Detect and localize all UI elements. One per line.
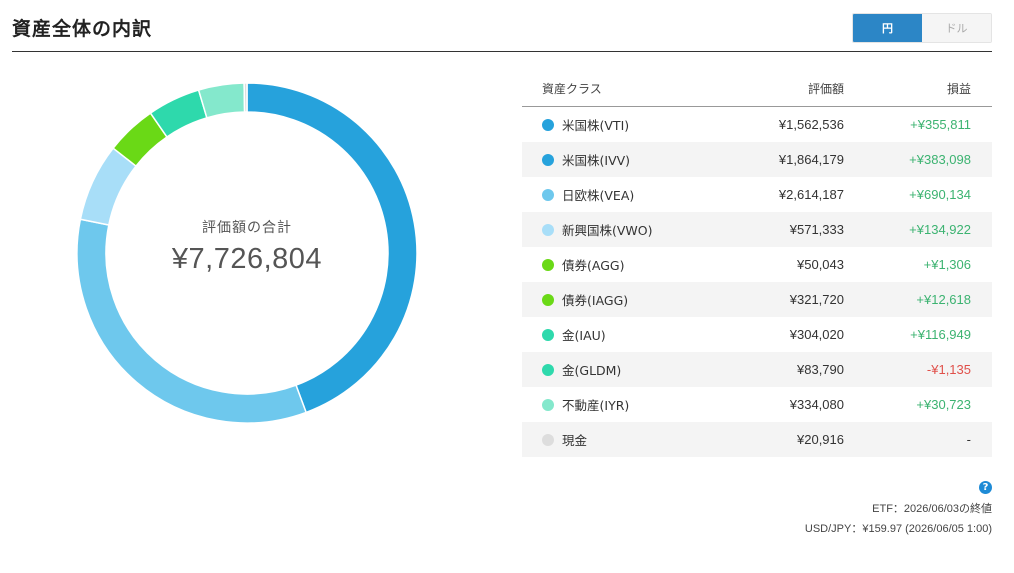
asset-name: 金(GLDM) <box>562 363 622 378</box>
asset-value: ¥20,916 <box>797 432 844 447</box>
asset-value: ¥571,333 <box>789 222 844 237</box>
header-value: 評価額 <box>807 81 844 96</box>
asset-name: 現金 <box>562 433 588 448</box>
asset-table: 資産クラス 評価額 損益 米国株(VTI) ¥1,562,536 +¥355,811… <box>522 70 992 457</box>
asset-name-cell: 現金 <box>522 430 702 449</box>
table-row: 現金 ¥20,916 - <box>522 422 992 457</box>
asset-name-cell: 不動産(IYR) <box>522 395 702 414</box>
color-dot-icon <box>542 223 554 236</box>
asset-name: 米国株(IVV) <box>562 153 631 168</box>
color-dot-icon <box>542 188 554 201</box>
asset-pl: +¥134,922 <box>909 222 971 237</box>
color-dot-icon <box>542 153 554 166</box>
question-circle-icon[interactable]: ? <box>979 481 992 494</box>
yen-toggle-button[interactable]: 円 <box>853 14 922 42</box>
color-dot-icon <box>542 363 554 376</box>
color-dot-icon <box>542 398 554 411</box>
asset-name: 米国株(VTI) <box>562 118 630 133</box>
table-row: 債券(IAGG) ¥321,720 +¥12,618 <box>522 282 992 317</box>
asset-name: 不動産(IYR) <box>562 398 630 413</box>
asset-name: 債券(AGG) <box>562 258 625 273</box>
table-row: 新興国株(VWO) ¥571,333 +¥134,922 <box>522 212 992 247</box>
color-dot-icon <box>542 328 554 341</box>
asset-name-cell: 金(GLDM) <box>522 360 702 379</box>
asset-name-cell: 新興国株(VWO) <box>522 220 702 239</box>
asset-pl: +¥1,306 <box>923 257 971 272</box>
header-asset-class: 資産クラス <box>542 81 602 96</box>
table-row: 米国株(IVV) ¥1,864,179 +¥383,098 <box>522 142 992 177</box>
table-row: 日欧株(VEA) ¥2,614,187 +¥690,134 <box>522 177 992 212</box>
asset-value: ¥2,614,187 <box>778 187 844 202</box>
table-row: 債券(AGG) ¥50,043 +¥1,306 <box>522 247 992 282</box>
total-label: 評価額の合計 <box>202 219 292 236</box>
asset-name: 債券(IAGG) <box>562 293 629 308</box>
asset-pl: -¥1,135 <box>926 362 971 377</box>
color-dot-icon <box>542 118 554 131</box>
total-value: ¥7,726,804 <box>171 242 323 275</box>
header-pl: 損益 <box>946 81 971 96</box>
currency-toggle: 円 ドル <box>852 13 992 43</box>
asset-name-cell: 米国株(IVV) <box>522 150 702 169</box>
asset-value: ¥1,562,536 <box>778 117 844 132</box>
table-row: 金(GLDM) ¥83,790 -¥1,135 <box>522 352 992 387</box>
asset-pl: +¥383,098 <box>909 152 971 167</box>
asset-name-cell: 米国株(VTI) <box>522 115 702 134</box>
asset-value: ¥50,043 <box>797 257 844 272</box>
asset-pl: +¥690,134 <box>909 187 971 202</box>
page-header: 資産全体の内訳 円 ドル <box>12 0 992 52</box>
asset-pl: +¥355,811 <box>910 117 971 132</box>
table-row: 金(IAU) ¥304,020 +¥116,949 <box>522 317 992 352</box>
asset-value: ¥83,790 <box>797 362 844 377</box>
color-dot-icon <box>542 293 554 306</box>
asset-value: ¥304,020 <box>789 327 844 342</box>
color-dot-icon <box>542 258 554 271</box>
asset-name: 新興国株(VWO) <box>562 223 653 238</box>
asset-name-cell: 金(IAU) <box>522 325 702 344</box>
table-header: 資産クラス 評価額 損益 <box>522 70 992 107</box>
asset-pl: +¥12,618 <box>916 292 971 307</box>
color-dot-icon <box>542 433 554 446</box>
page-title: 資産全体の内訳 <box>12 18 153 40</box>
dollar-toggle-button[interactable]: ドル <box>922 14 991 42</box>
asset-value: ¥321,720 <box>789 292 844 307</box>
asset-name: 金(IAU) <box>562 328 606 343</box>
asset-name-cell: 日欧株(VEA) <box>522 185 702 204</box>
asset-value: ¥334,080 <box>789 397 844 412</box>
asset-name: 日欧株(VEA) <box>562 188 635 203</box>
asset-value: ¥1,864,179 <box>778 152 844 167</box>
donut-chart: 評価額の合計 ¥7,726,804 <box>76 82 418 424</box>
asset-name-cell: 債券(AGG) <box>522 255 702 274</box>
asset-pl: +¥30,723 <box>916 397 971 412</box>
table-row: 米国株(VTI) ¥1,562,536 +¥355,811 <box>522 107 992 142</box>
table-row: 不動産(IYR) ¥334,080 +¥30,723 <box>522 387 992 422</box>
fx-rate-note: USD/JPY：¥159.97 (2026/06/05 1:00) <box>804 523 992 535</box>
asset-pl: - <box>966 432 971 447</box>
donut-center: 評価額の合計 ¥7,726,804 <box>76 82 418 424</box>
etf-price-note: ETF：2026/06/03の終値 <box>872 503 992 515</box>
asset-name-cell: 債券(IAGG) <box>522 290 702 309</box>
table-body: 米国株(VTI) ¥1,562,536 +¥355,811 米国株(IVV) ¥1,86… <box>522 107 992 457</box>
asset-pl: +¥116,949 <box>910 327 971 342</box>
